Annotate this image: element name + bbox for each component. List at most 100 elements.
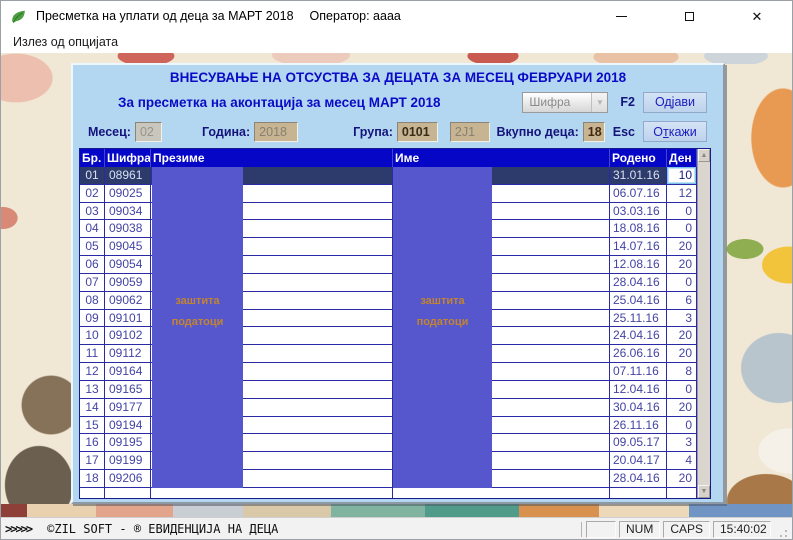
cell-days[interactable]: 0 bbox=[667, 380, 697, 399]
cell-num[interactable]: 01 bbox=[80, 167, 105, 185]
cell-num[interactable]: 15 bbox=[80, 416, 105, 435]
cancel-button[interactable]: Откажи bbox=[643, 121, 707, 142]
cell-code[interactable]: 09195 bbox=[105, 434, 151, 453]
cell-num[interactable]: 14 bbox=[80, 398, 105, 417]
cell-born[interactable]: 12.04.16 bbox=[610, 380, 667, 399]
cell-days[interactable]: 6 bbox=[667, 291, 697, 310]
cell-days[interactable]: 0 bbox=[667, 202, 697, 221]
cell-born[interactable]: 20.04.17 bbox=[610, 452, 667, 471]
resize-grip[interactable] bbox=[776, 528, 788, 539]
cell-born[interactable]: 14.07.16 bbox=[610, 238, 667, 257]
cell-code[interactable]: 09101 bbox=[105, 309, 151, 328]
cell-code[interactable]: 09112 bbox=[105, 345, 151, 364]
cell-born[interactable]: 24.04.16 bbox=[610, 327, 667, 346]
cell-days[interactable]: 20 bbox=[667, 256, 697, 274]
cell-born[interactable]: 26.06.16 bbox=[610, 345, 667, 364]
cell-num[interactable]: 07 bbox=[80, 273, 105, 292]
cell-born[interactable]: 09.05.17 bbox=[610, 434, 667, 453]
scrollbar-track[interactable] bbox=[698, 162, 710, 485]
cell-num[interactable]: 09 bbox=[80, 309, 105, 328]
cell-born[interactable]: 18.08.16 bbox=[610, 220, 667, 239]
cell-code[interactable]: 09164 bbox=[105, 363, 151, 381]
group-code-field[interactable]: 0101 bbox=[396, 121, 438, 142]
cell-days[interactable]: 20 bbox=[667, 238, 697, 257]
cell-num[interactable]: 04 bbox=[80, 220, 105, 239]
workspace: ВНЕСУВАЊЕ НА ОТСУСТВА ЗА ДЕЦАТА ЗА МЕСЕЦ… bbox=[1, 53, 792, 517]
f2-key-label: F2 bbox=[620, 95, 635, 109]
cell-code[interactable]: 09206 bbox=[105, 470, 151, 488]
total-children-field: 18 bbox=[582, 121, 605, 142]
leaf-icon bbox=[10, 8, 27, 25]
cell-code[interactable]: 09199 bbox=[105, 452, 151, 471]
wallpaper-bottom-strip bbox=[1, 504, 792, 517]
cell-born[interactable]: 12.08.16 bbox=[610, 256, 667, 274]
chevron-down-icon[interactable]: ▼ bbox=[591, 92, 608, 112]
cell-days[interactable]: 8 bbox=[667, 363, 697, 381]
cell-code[interactable]: 09165 bbox=[105, 380, 151, 399]
cell-code[interactable]: 09062 bbox=[105, 291, 151, 310]
operator-label: Оператор: аааа bbox=[309, 9, 401, 23]
minimize-icon bbox=[615, 15, 627, 17]
statusbar: >>>>> ©ZIL SOFT - ® ЕВИДЕНЦИЈА НА ДЕЦА N… bbox=[1, 517, 792, 539]
cell-days[interactable]: 3 bbox=[667, 434, 697, 453]
cell-days[interactable]: 20 bbox=[667, 398, 697, 417]
cell-num[interactable]: 13 bbox=[80, 380, 105, 399]
cell-code[interactable]: 09034 bbox=[105, 202, 151, 221]
cell-code[interactable]: 09059 bbox=[105, 273, 151, 292]
cell-days[interactable]: 20 bbox=[667, 345, 697, 364]
group-name-field[interactable]: 2Ј1 bbox=[449, 121, 490, 142]
cell-born[interactable]: 26.11.16 bbox=[610, 416, 667, 435]
header-name: Име bbox=[393, 149, 610, 167]
month-field[interactable]: 02 bbox=[134, 121, 162, 142]
cell-code[interactable]: 09054 bbox=[105, 256, 151, 274]
cell-days[interactable]: 0 bbox=[667, 220, 697, 239]
cell-born[interactable]: 03.03.16 bbox=[610, 202, 667, 221]
cell-num[interactable]: 10 bbox=[80, 327, 105, 346]
cell-days[interactable]: 12 bbox=[667, 184, 697, 203]
cell-days[interactable]: 0 bbox=[667, 273, 697, 292]
cell-code[interactable]: 09045 bbox=[105, 238, 151, 257]
cell-num[interactable]: 17 bbox=[80, 452, 105, 471]
maximize-button[interactable] bbox=[666, 1, 712, 31]
esc-key-label: Esc bbox=[612, 124, 635, 139]
cell-born[interactable]: 25.11.16 bbox=[610, 309, 667, 328]
cell-days[interactable]: 4 bbox=[667, 452, 697, 471]
cell-code[interactable]: 09177 bbox=[105, 398, 151, 417]
cell-num[interactable]: 18 bbox=[80, 470, 105, 488]
cell-code[interactable]: 09025 bbox=[105, 184, 151, 203]
cell-num[interactable]: 03 bbox=[80, 202, 105, 221]
cell-born[interactable]: 28.04.16 bbox=[610, 470, 667, 488]
cell-num[interactable]: 11 bbox=[80, 345, 105, 364]
cell-days[interactable]: 3 bbox=[667, 309, 697, 328]
search-mode-dropdown[interactable]: Шифра ▼ bbox=[522, 91, 609, 113]
cell-num[interactable]: 12 bbox=[80, 363, 105, 381]
cell-born[interactable]: 30.04.16 bbox=[610, 398, 667, 417]
status-separator bbox=[580, 521, 582, 537]
minimize-button[interactable] bbox=[598, 1, 644, 31]
cell-code[interactable]: 08961 bbox=[105, 167, 151, 185]
cell-code[interactable]: 09194 bbox=[105, 416, 151, 435]
cell-code[interactable]: 09038 bbox=[105, 220, 151, 239]
cell-num[interactable]: 02 bbox=[80, 184, 105, 203]
cell-num[interactable]: 06 bbox=[80, 256, 105, 274]
cell-born[interactable]: 25.04.16 bbox=[610, 291, 667, 310]
cell-born[interactable]: 28.04.16 bbox=[610, 273, 667, 292]
cell-num[interactable]: 16 bbox=[80, 434, 105, 453]
cell-days[interactable]: 20 bbox=[667, 470, 697, 488]
cell-code[interactable]: 09102 bbox=[105, 327, 151, 346]
cell-days[interactable]: 0 bbox=[667, 416, 697, 435]
year-field[interactable]: 2018 bbox=[254, 121, 299, 142]
cell-num[interactable]: 08 bbox=[80, 291, 105, 310]
cell-num[interactable]: 05 bbox=[80, 238, 105, 257]
cell-born[interactable]: 31.01.16 bbox=[610, 167, 667, 185]
table-scrollbar[interactable]: ▲ ▼ bbox=[697, 149, 710, 498]
logout-button[interactable]: Одјави bbox=[643, 91, 707, 113]
cell-born[interactable]: 07.11.16 bbox=[610, 363, 667, 381]
menu-exit-option[interactable]: Излез од опцијата bbox=[9, 33, 122, 51]
scroll-up-button[interactable]: ▲ bbox=[698, 149, 710, 162]
cell-days[interactable]: 10 bbox=[667, 167, 697, 185]
scroll-down-button[interactable]: ▼ bbox=[698, 485, 710, 498]
cell-born[interactable]: 06.07.16 bbox=[610, 184, 667, 203]
cell-days[interactable]: 20 bbox=[667, 327, 697, 346]
close-button[interactable]: ✕ bbox=[734, 1, 780, 31]
